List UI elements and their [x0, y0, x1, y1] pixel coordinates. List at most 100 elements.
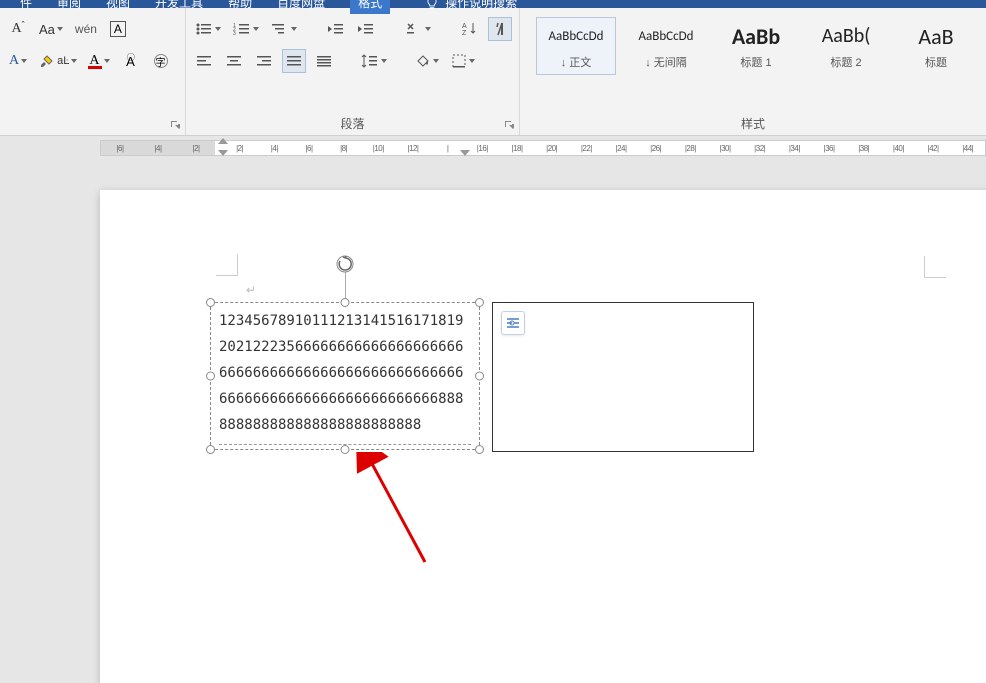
- layout-options-icon: [505, 315, 521, 331]
- textbox-selected[interactable]: 1234567891011121314151617181920212223566…: [210, 302, 480, 450]
- ruler-tick: |26|: [638, 144, 673, 153]
- character-shading-button[interactable]: wén: [72, 17, 100, 41]
- ruler-area: |6||4||2||2||4||6||8||10||12|||16||18||2…: [0, 136, 986, 160]
- style-preview: AaBbCcDd: [629, 22, 703, 50]
- style-gallery[interactable]: AaBbCcDd ↓ 正文 AaBbCcDd ↓ 无间隔 AaBb标题 1AaBb(标题…: [526, 13, 980, 75]
- paint-bucket-icon: [415, 53, 431, 69]
- distribute-icon: [316, 54, 332, 68]
- highlight-button[interactable]: aĿ: [36, 49, 80, 73]
- line-spacing-icon: [361, 53, 379, 69]
- font-group-launcher-icon[interactable]: [169, 119, 181, 131]
- resize-handle-n[interactable]: [341, 298, 350, 307]
- style-name: 标题 2: [809, 54, 883, 70]
- line-spacing-button[interactable]: [358, 49, 390, 73]
- ribbon-group-font: Aˆ Aa wén A A aĿ A: [0, 8, 186, 135]
- show-paragraph-marks-button[interactable]: [488, 17, 512, 41]
- resize-handle-w[interactable]: [206, 372, 215, 381]
- ruler-tick: |4|: [139, 144, 177, 153]
- ruler-tick: |24|: [604, 144, 639, 153]
- ruler-tick: |6|: [101, 144, 139, 153]
- ruler-tick: |22|: [569, 144, 604, 153]
- paragraph-mark-icon: ↵: [246, 283, 256, 297]
- style-name: ↓ 无间隔: [629, 54, 703, 70]
- ruler-tick: |20|: [534, 144, 569, 153]
- asian-layout-button[interactable]: [402, 17, 434, 41]
- ruler-tick: |18|: [500, 144, 535, 153]
- resize-handle-sw[interactable]: [206, 445, 215, 454]
- phonetic-guide-button[interactable]: 字: [149, 49, 173, 73]
- font-size-up-button[interactable]: Aˆ: [6, 17, 30, 41]
- align-left-icon: [196, 54, 212, 68]
- font-color-a-button[interactable]: A: [6, 49, 30, 73]
- style-preview: AaB: [899, 22, 973, 50]
- style-preview: AaBbCcDd: [539, 22, 613, 50]
- indent-icon: [357, 21, 375, 37]
- resize-handle-se[interactable]: [475, 445, 484, 454]
- hanging-indent-marker[interactable]: [218, 150, 228, 156]
- ruler-tick: |6|: [292, 144, 327, 153]
- style-item-0[interactable]: AaBbCcDd ↓ 正文: [536, 17, 616, 75]
- character-border-button[interactable]: A: [106, 17, 130, 41]
- align-right-button[interactable]: [252, 49, 276, 73]
- multilevel-list-button[interactable]: [268, 17, 300, 41]
- pilcrow-icon: [492, 21, 508, 37]
- resize-handle-e[interactable]: [475, 372, 484, 381]
- ruler-tick: |2|: [177, 144, 215, 153]
- shading-button[interactable]: [412, 49, 442, 73]
- highlighter-icon: [39, 53, 55, 69]
- align-left-button[interactable]: [192, 49, 216, 73]
- textbox-linked[interactable]: [492, 302, 754, 452]
- rotate-handle[interactable]: [336, 255, 354, 273]
- distribute-button[interactable]: [312, 49, 336, 73]
- ribbon: Aˆ Aa wén A A aĿ A: [0, 8, 986, 136]
- ruler-tick: |42|: [916, 144, 951, 153]
- style-name: 标题 1: [719, 54, 793, 70]
- ruler-tick: |28|: [673, 144, 708, 153]
- style-item-3[interactable]: AaBb(标题 2: [806, 17, 886, 75]
- justify-button[interactable]: [282, 49, 306, 73]
- right-indent-marker[interactable]: [460, 150, 470, 156]
- annotation-arrow-icon: [355, 452, 445, 572]
- ruler-tick: |40|: [881, 144, 916, 153]
- style-name: 标题: [899, 54, 973, 70]
- horizontal-ruler[interactable]: |6||4||2||2||4||6||8||10||12|||16||18||2…: [100, 140, 986, 156]
- rotate-icon: [336, 255, 354, 273]
- increase-indent-button[interactable]: [354, 17, 378, 41]
- style-item-2[interactable]: AaBb标题 1: [716, 17, 796, 75]
- resize-handle-ne[interactable]: [475, 298, 484, 307]
- svg-text:A: A: [462, 23, 467, 30]
- textbox-content[interactable]: 1234567891011121314151617181920212223566…: [211, 303, 479, 444]
- ruler-tick: |8|: [326, 144, 361, 153]
- align-center-button[interactable]: [222, 49, 246, 73]
- layout-options-button[interactable]: [501, 311, 525, 335]
- menu-bar: 件 审阅 视图 开发工具 帮助 百度网盘 格式 操作说明搜索: [0, 0, 986, 8]
- document-area[interactable]: ↵ 12345678910111213141516171819202122235…: [0, 160, 986, 683]
- borders-icon: [451, 53, 467, 69]
- svg-text:Z: Z: [462, 30, 467, 37]
- justify-icon: [286, 54, 302, 68]
- ruler-tick: |34|: [777, 144, 812, 153]
- change-case-button[interactable]: Aa: [36, 17, 66, 41]
- resize-handle-s[interactable]: [341, 445, 350, 454]
- bullets-button[interactable]: [192, 17, 224, 41]
- multilevel-icon: [271, 21, 289, 37]
- borders-button[interactable]: [448, 49, 478, 73]
- ruler-tick: |30|: [708, 144, 743, 153]
- paragraph-group-label: 段落: [186, 115, 519, 132]
- ruler-tick: |36|: [812, 144, 847, 153]
- style-item-4[interactable]: AaB 标题: [896, 17, 976, 75]
- numbering-button[interactable]: 1 2 3: [230, 17, 262, 41]
- style-item-1[interactable]: AaBbCcDd ↓ 无间隔: [626, 17, 706, 75]
- enclose-characters-button[interactable]: A⃝: [119, 49, 143, 73]
- decrease-indent-button[interactable]: [324, 17, 348, 41]
- ruler-tick: |12|: [396, 144, 431, 153]
- resize-handle-nw[interactable]: [206, 298, 215, 307]
- ruler-tick: |10|: [361, 144, 396, 153]
- first-line-indent-marker[interactable]: [218, 138, 228, 144]
- ribbon-group-styles: AaBbCcDd ↓ 正文 AaBbCcDd ↓ 无间隔 AaBb标题 1AaBb(标题…: [520, 8, 986, 135]
- font-color-button[interactable]: A: [86, 49, 112, 73]
- styles-group-label: 样式: [520, 115, 986, 132]
- style-name: ↓ 正文: [539, 54, 613, 70]
- sort-button[interactable]: AZ: [458, 17, 482, 41]
- paragraph-group-launcher-icon[interactable]: [503, 119, 515, 131]
